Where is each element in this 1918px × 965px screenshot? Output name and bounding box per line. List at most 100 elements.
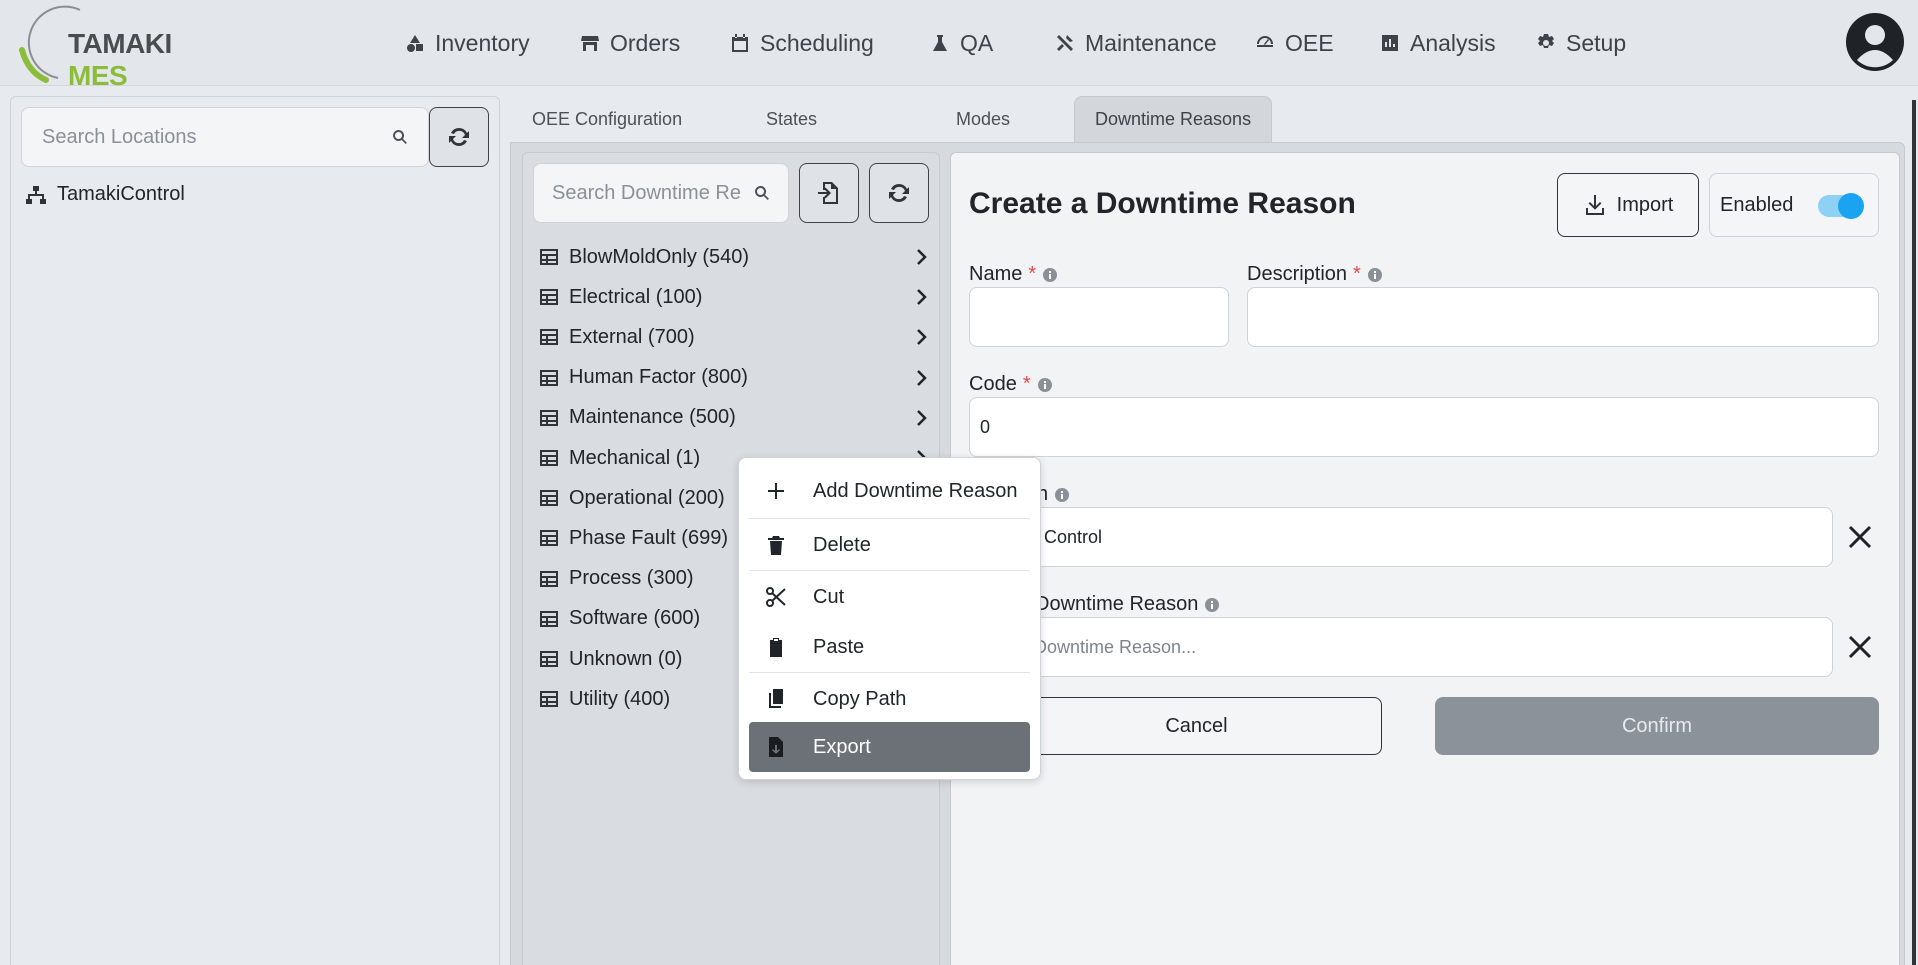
tab-label: Modes (956, 108, 1011, 129)
gauge-icon (1257, 36, 1273, 47)
table-icon (540, 530, 558, 547)
confirm-button-label: Confirm (1621, 714, 1692, 737)
plus-icon (768, 483, 784, 499)
tab-states[interactable]: States (746, 96, 837, 142)
tab-modes[interactable]: Modes (936, 96, 1030, 142)
nav-orders-label: Orders (610, 29, 681, 56)
name-label: Name * (969, 263, 1058, 286)
table-icon (540, 691, 558, 708)
menu-divider (749, 672, 1030, 673)
name-label-text: Name (969, 263, 1023, 285)
tab-oee-configuration[interactable]: OEE Configuration (512, 96, 702, 142)
nav-analysis[interactable]: Analysis (1380, 27, 1496, 59)
tab-downtime-reasons[interactable]: Downtime Reasons (1074, 96, 1273, 142)
chevron-right-icon (917, 249, 927, 265)
search-locations-placeholder: Search Locations (42, 125, 197, 148)
code-input[interactable]: 0 (969, 397, 1879, 457)
table-icon (540, 651, 558, 667)
reason-list-item[interactable]: Maintenance (500) (539, 400, 929, 436)
context-menu-paste[interactable]: Paste (749, 622, 1030, 672)
nav-inventory[interactable]: Inventory (405, 27, 530, 59)
code-label: Code * (969, 373, 1053, 396)
create-downtime-reason-panel: Create a Downtime Reason Import Enabled … (950, 152, 1900, 965)
parent-reason-input[interactable]: Downtime Reason... (969, 617, 1833, 677)
top-navbar: TAMAKI MES Inventory Orders Scheduling Q… (0, 0, 1918, 91)
nav-analysis-label: Analysis (1410, 29, 1496, 56)
table-icon (540, 249, 558, 265)
parent-reason-label: Downtime Reason (1035, 593, 1220, 616)
search-downtime-reasons-input[interactable]: Search Downtime Re (533, 163, 789, 223)
reason-list-item[interactable]: Electrical (100) (539, 279, 929, 315)
search-downtime-reasons-placeholder: Search Downtime Re (552, 181, 741, 204)
required-mark: * (1028, 263, 1037, 285)
reason-list-item-label: BlowMoldOnly (540) (569, 245, 750, 268)
reason-list-item[interactable]: Human Factor (800) (539, 360, 929, 396)
required-mark: * (1022, 373, 1031, 395)
nav-oee-label: OEE (1285, 29, 1334, 56)
nav-oee[interactable]: OEE (1255, 27, 1334, 59)
reason-list-item-label: Electrical (100) (569, 285, 703, 308)
toggle-knob (1838, 193, 1864, 219)
flask-icon (933, 35, 947, 51)
context-menu-label: Copy Path (813, 687, 907, 710)
page-scrollbar[interactable] (1912, 100, 1916, 965)
reason-list-item[interactable]: External (700) (539, 319, 929, 355)
table-icon (540, 450, 558, 466)
reason-list-item-label: External (700) (569, 325, 695, 348)
nav-orders[interactable]: Orders (580, 27, 680, 59)
nav-scheduling[interactable]: Scheduling (730, 27, 874, 59)
reason-list-item-label: Maintenance (500) (569, 406, 736, 429)
nav-setup-label: Setup (1566, 29, 1627, 56)
parent-reason-placeholder: Downtime Reason... (1034, 636, 1197, 657)
scissors-icon (766, 587, 786, 607)
context-menu-label: Delete (813, 533, 871, 556)
context-menu-delete[interactable]: Delete (749, 520, 1030, 570)
context-menu-cut[interactable]: Cut (749, 572, 1030, 622)
locations-panel: Search Locations TamakiControl (10, 96, 500, 965)
nav-maintenance[interactable]: Maintenance (1055, 27, 1217, 59)
enabled-label: Enabled (1720, 193, 1794, 216)
description-input[interactable] (1247, 287, 1879, 347)
cancel-button-label: Cancel (1165, 714, 1228, 737)
code-label-text: Code (969, 373, 1017, 395)
context-menu-copy-path[interactable]: Copy Path (749, 674, 1030, 724)
info-icon[interactable] (1054, 487, 1070, 503)
chevron-right-icon (917, 409, 927, 426)
nav-qa-label: QA (960, 29, 994, 56)
sitemap-icon (26, 185, 46, 204)
refresh-reasons-button[interactable] (869, 163, 929, 223)
reason-list-item-label: Human Factor (800) (569, 366, 748, 389)
confirm-button[interactable]: Confirm (1435, 697, 1879, 755)
name-input[interactable] (969, 287, 1229, 347)
main-nav: Inventory Orders Scheduling QA Maintenan… (0, 0, 1918, 86)
location-tree-root-label: TamakiControl (57, 183, 185, 205)
import-button[interactable]: Import (1557, 173, 1699, 237)
form-title: Create a Downtime Reason (969, 187, 1356, 220)
clear-location-icon[interactable] (1845, 522, 1875, 552)
enabled-toggle[interactable] (1818, 193, 1864, 219)
user-avatar-icon[interactable] (1845, 12, 1905, 72)
info-icon[interactable] (1367, 267, 1383, 283)
nav-setup[interactable]: Setup (1536, 27, 1626, 59)
import-file-button[interactable] (799, 163, 859, 223)
context-menu: Add Downtime Reason Delete Cut Paste Cop… (738, 457, 1041, 780)
tools-icon (1057, 35, 1073, 51)
export-file-icon (769, 737, 783, 757)
chevron-right-icon (917, 289, 927, 306)
info-icon[interactable] (1037, 377, 1053, 393)
reason-list-item[interactable]: BlowMoldOnly (540) (539, 239, 929, 275)
clear-parent-reason-icon[interactable] (1845, 632, 1875, 662)
location-input[interactable]: Control (969, 507, 1833, 567)
download-icon (1585, 195, 1604, 215)
context-menu-export[interactable]: Export (749, 722, 1030, 772)
copy-icon (769, 689, 783, 708)
info-icon[interactable] (1204, 597, 1220, 613)
context-menu-add-downtime-reason[interactable]: Add Downtime Reason (749, 466, 1030, 516)
table-icon (540, 289, 558, 306)
info-icon[interactable] (1042, 267, 1058, 283)
refresh-locations-button[interactable] (429, 107, 489, 167)
search-locations-input[interactable]: Search Locations (21, 107, 429, 167)
table-icon (540, 490, 558, 507)
location-tree-root[interactable]: TamakiControl (25, 183, 185, 206)
nav-qa[interactable]: QA (930, 27, 993, 59)
